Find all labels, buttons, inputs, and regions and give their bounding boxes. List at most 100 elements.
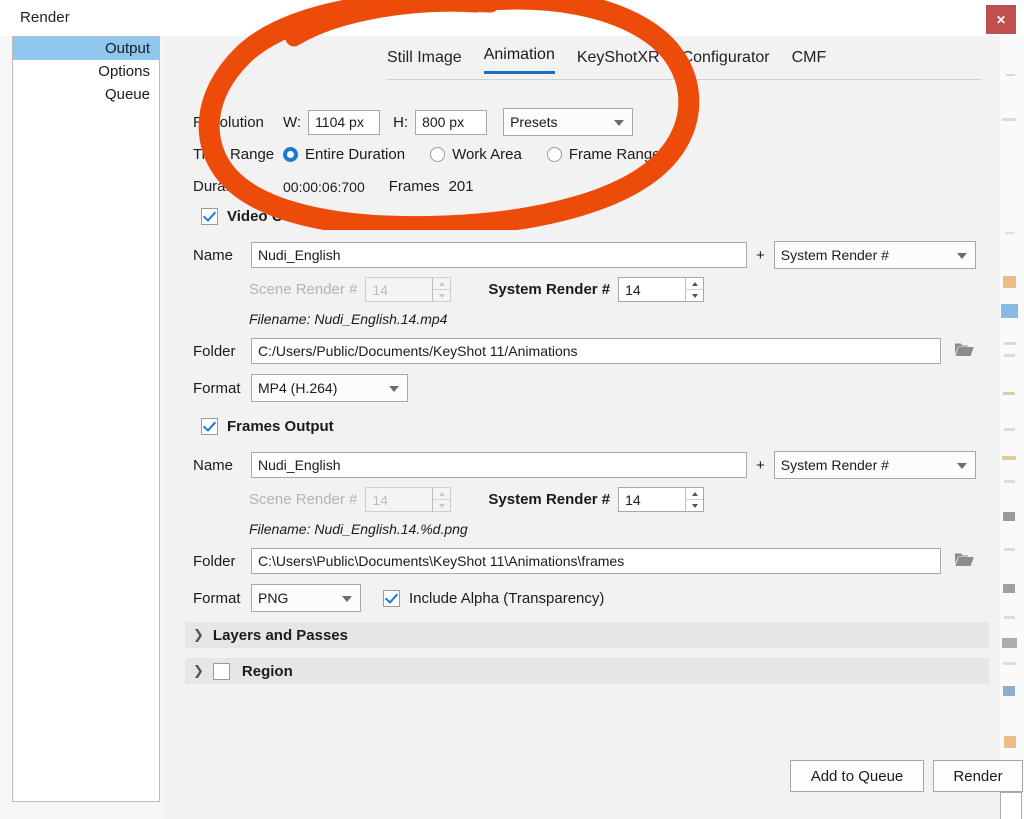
- video-folder-label: Folder: [193, 342, 236, 360]
- width-label: W:: [283, 113, 302, 131]
- tab-still-image[interactable]: Still Image: [387, 49, 462, 74]
- tab-keyshotxr[interactable]: KeyShotXR: [577, 49, 660, 74]
- region-checkbox[interactable]: [212, 662, 230, 680]
- chevron-down-icon: [956, 253, 967, 259]
- add-to-queue-button[interactable]: Add to Queue: [790, 760, 924, 792]
- sidebar: Output Options Queue: [12, 36, 160, 802]
- radio-label-work-area: Work Area: [452, 146, 522, 163]
- duration-value: 00:00:06:700: [283, 178, 365, 195]
- frames-label: Frames: [388, 178, 440, 195]
- video-system-render-value: 14: [625, 281, 641, 298]
- window-title: Render: [20, 9, 70, 26]
- chevron-down-icon: [614, 120, 625, 126]
- frames-scene-render-stepper: 14: [365, 487, 452, 512]
- chevron-right-icon: ❯: [193, 663, 204, 679]
- frames-output-checkbox[interactable]: [201, 418, 218, 435]
- frames-format-label: Format: [193, 589, 241, 607]
- stepper-up-icon[interactable]: [686, 278, 704, 290]
- radio-entire-duration[interactable]: [283, 147, 298, 162]
- frames-name-suffix-value: System Render #: [780, 457, 889, 473]
- video-format-label: Format: [193, 379, 241, 397]
- include-alpha-checkbox[interactable]: [383, 589, 400, 607]
- video-filename-text: Filename: Nudi_English.14.mp4: [249, 311, 448, 327]
- frames-folder-label: Folder: [193, 552, 236, 570]
- include-alpha-label: Include Alpha (Transparency): [409, 589, 605, 607]
- frames-name-suffix-dropdown[interactable]: System Render #: [773, 451, 976, 479]
- frames-name-row: Name Nudi_English + System Render #: [193, 451, 976, 479]
- frames-format-dropdown[interactable]: PNG: [251, 584, 361, 612]
- sidebar-item-options[interactable]: Options: [13, 60, 159, 83]
- video-format-dropdown[interactable]: MP4 (H.264): [251, 374, 408, 402]
- stepper-down-icon: [433, 290, 450, 301]
- video-name-input[interactable]: Nudi_English: [251, 242, 747, 268]
- frames-format-row: Format PNG Include Alpha (Transparency): [193, 584, 604, 612]
- time-range-label: Time Range: [193, 146, 275, 163]
- background-window-strip: [1000, 36, 1024, 819]
- video-format-row: Format MP4 (H.264): [193, 374, 408, 402]
- section-label-region: Region: [241, 662, 293, 680]
- title-bar: Render ✕: [0, 0, 1024, 36]
- video-scene-render-label: Scene Render #: [249, 281, 358, 298]
- video-name-suffix-value: System Render #: [780, 247, 889, 263]
- video-output-checkbox[interactable]: [201, 208, 218, 225]
- stepper-down-icon[interactable]: [686, 290, 703, 301]
- stepper-down-icon[interactable]: [686, 500, 703, 511]
- presets-dropdown[interactable]: Presets: [503, 108, 634, 136]
- radio-frame-range[interactable]: [546, 147, 562, 162]
- tab-underline-rule: [387, 79, 981, 80]
- frames-name-label: Name: [193, 456, 234, 474]
- video-name-suffix-dropdown[interactable]: System Render #: [773, 241, 976, 269]
- video-scene-render-stepper: 14: [365, 277, 452, 302]
- radio-label-entire-duration: Entire Duration: [305, 146, 406, 163]
- video-name-label: Name: [193, 246, 234, 264]
- resolution-label: Resolution: [193, 113, 264, 131]
- stepper-up-icon[interactable]: [686, 488, 704, 500]
- tab-configurator[interactable]: Configurator: [682, 49, 770, 74]
- frames-system-render-stepper[interactable]: 14: [618, 487, 705, 512]
- frames-output-header[interactable]: Frames Output: [201, 418, 334, 435]
- time-range-row: Time Range Entire Duration Work Area Fra…: [193, 146, 661, 163]
- presets-value: Presets: [510, 114, 558, 130]
- frames-system-render-value: 14: [625, 491, 641, 508]
- video-system-render-stepper[interactable]: 14: [618, 277, 705, 302]
- video-system-render-label: System Render #: [488, 281, 611, 298]
- video-name-plus: +: [756, 246, 765, 264]
- output-panel: Still Image Animation KeyShotXR Configur…: [163, 36, 1023, 819]
- frames-filename-row: Filename: Nudi_English.14.%d.png: [249, 521, 468, 537]
- frames-name-plus: +: [756, 456, 765, 474]
- chevron-down-icon: [342, 596, 352, 602]
- height-input[interactable]: 800 px: [415, 109, 488, 135]
- render-dialog: Render ✕ Output Options Queue Still Imag…: [0, 0, 1024, 819]
- duration-label: Duration: [193, 178, 250, 195]
- frames-value: 201: [448, 178, 474, 195]
- frames-filename-text: Filename: Nudi_English.14.%d.png: [249, 521, 468, 537]
- tab-cmf[interactable]: CMF: [792, 49, 827, 74]
- tab-bar: Still Image Animation KeyShotXR Configur…: [387, 46, 977, 74]
- folder-browse-icon[interactable]: [953, 340, 975, 363]
- folder-browse-icon[interactable]: [953, 550, 975, 573]
- video-format-value: MP4 (H.264): [258, 380, 338, 396]
- video-folder-input[interactable]: C:/Users/Public/Documents/KeyShot 11/Ani…: [251, 338, 941, 364]
- sidebar-item-queue[interactable]: Queue: [13, 83, 159, 106]
- frames-output-title: Frames Output: [227, 418, 334, 435]
- video-output-header[interactable]: Video Output: [201, 208, 321, 225]
- section-layers-and-passes[interactable]: ❯ Layers and Passes: [185, 622, 989, 648]
- close-icon[interactable]: ✕: [986, 5, 1016, 34]
- radio-label-frame-range: Frame Range: [568, 146, 661, 163]
- width-input[interactable]: 1104 px: [308, 109, 381, 135]
- frames-name-input[interactable]: Nudi_English: [251, 452, 747, 478]
- tab-animation[interactable]: Animation: [484, 46, 555, 74]
- stepper-down-icon: [433, 500, 450, 511]
- frames-scene-render-value: 14: [372, 491, 388, 508]
- chevron-right-icon: ❯: [193, 627, 204, 643]
- radio-work-area[interactable]: [430, 147, 446, 162]
- frames-scene-render-label: Scene Render #: [249, 491, 358, 508]
- section-region[interactable]: ❯ Region: [185, 658, 989, 684]
- frames-folder-row: Folder C:\Users\Public\Documents\KeyShot…: [193, 548, 975, 574]
- video-filename-row: Filename: Nudi_English.14.mp4: [249, 311, 447, 327]
- video-folder-row: Folder C:/Users/Public/Documents/KeyShot…: [193, 338, 975, 364]
- render-button[interactable]: Render: [933, 760, 1023, 792]
- frames-folder-input[interactable]: C:\Users\Public\Documents\KeyShot 11\Ani…: [251, 548, 941, 574]
- sidebar-item-output[interactable]: Output: [13, 37, 159, 60]
- video-render-number-row: Scene Render # 14 System Render # 14: [249, 277, 705, 302]
